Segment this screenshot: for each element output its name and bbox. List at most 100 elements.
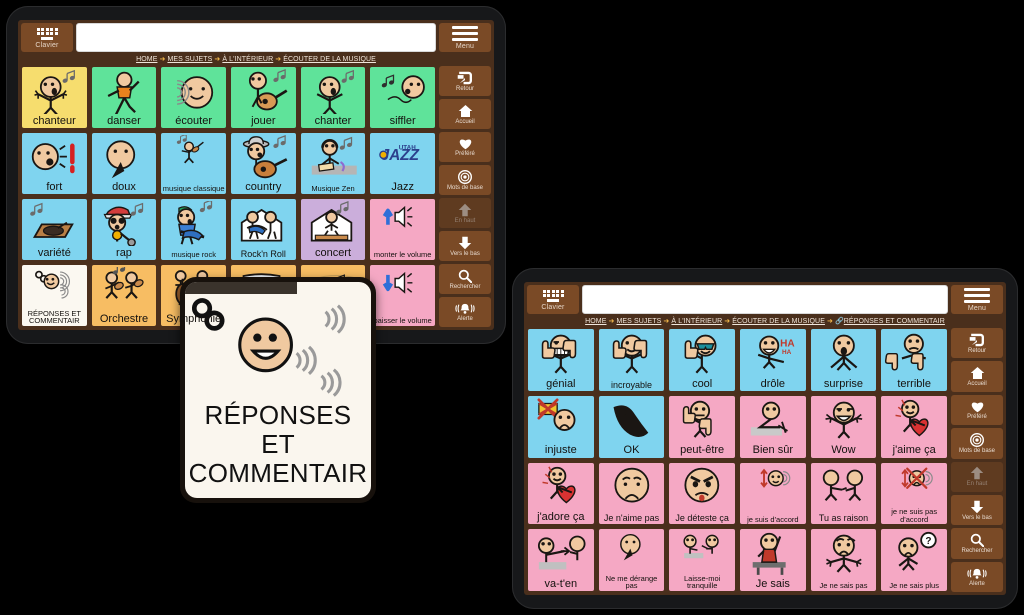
symbol-art-gramophone	[22, 201, 87, 246]
symbol-cell[interactable]: va-t'en	[527, 528, 595, 592]
keyboard-button[interactable]: Clavier	[527, 285, 579, 314]
symbol-cell[interactable]: rap	[90, 198, 158, 261]
symbol-cell[interactable]: ? Je ne sais plus	[880, 528, 948, 592]
symbol-cell[interactable]: RÉPONSES ET COMMENTAIR	[21, 264, 88, 327]
symbol-cell[interactable]: Je sais	[738, 528, 807, 592]
breadcrumb-item[interactable]: ÉCOUTER DE LA MUSIQUE	[732, 318, 825, 325]
symbol-cell[interactable]: doux	[90, 132, 158, 195]
symbol-cell-label: concert	[314, 246, 352, 259]
breadcrumb-item[interactable]: ÉCOUTER DE LA MUSIQUE	[283, 56, 376, 63]
rail-button-back-arrow[interactable]: Retour	[439, 66, 491, 96]
message-window[interactable]	[582, 285, 948, 314]
symbol-cell[interactable]: chanteur	[21, 66, 88, 129]
symbol-cell[interactable]: Je déteste ça	[668, 461, 736, 526]
symbol-art-dontknow	[811, 531, 877, 577]
symbol-cell-label: surprise	[823, 377, 864, 390]
symbol-cell[interactable]: je suis d'accord	[738, 461, 807, 526]
symbol-art-jazz: JAZZ UTAH	[370, 135, 435, 180]
rail-button-home[interactable]: Accueil	[951, 361, 1003, 392]
symbol-cell[interactable]: incroyable	[597, 328, 666, 392]
symbol-cell[interactable]: fort	[21, 132, 88, 195]
symbol-cell[interactable]: j'adore ça	[527, 461, 595, 526]
symbol-cell-label: jouer	[251, 114, 276, 127]
rail-button-magnifier[interactable]: Rechercher	[951, 528, 1003, 559]
back-arrow-icon	[969, 333, 985, 347]
symbol-cell[interactable]: écouter	[160, 66, 227, 129]
symbol-cell[interactable]: Je ne sais pas	[809, 528, 878, 592]
symbol-cell[interactable]: je ne suis pas d'accord	[880, 461, 948, 526]
breadcrumb-right: HOME ➜ MES SUJETS ➜ À L'INTÉRIEUR ➜ ÉCOUTER DE…	[524, 314, 1006, 328]
breadcrumb-item[interactable]: À L'INTÉRIEUR	[671, 318, 722, 325]
rail-button-core-words-target[interactable]: Mots de base	[439, 165, 491, 195]
breadcrumb-item[interactable]: RÉPONSES ET COMMENTAIR	[844, 318, 945, 325]
rail-button-bell-alert[interactable]: Alerte	[951, 561, 1003, 592]
symbol-cell[interactable]: siffler	[369, 66, 436, 129]
rail-button-arrow-up[interactable]: En haut	[951, 461, 1003, 492]
symbol-cell[interactable]: peut-être	[668, 394, 736, 459]
symbol-cell[interactable]: Orchestre	[90, 264, 158, 327]
rail-button-heart[interactable]: Préféré	[439, 132, 491, 162]
symbol-cell[interactable]: Rock'n Roll	[229, 198, 297, 261]
symbol-cell[interactable]: chanter	[299, 66, 367, 129]
symbol-cell[interactable]: surprise	[809, 328, 878, 392]
symbol-cell[interactable]: génial	[527, 328, 595, 392]
symbol-cell[interactable]: musique rock	[160, 198, 227, 261]
symbol-cell[interactable]: Bien sûr	[738, 394, 807, 459]
symbol-cell[interactable]: musique classique	[160, 132, 227, 195]
arrow-down-icon	[458, 236, 472, 250]
breadcrumb-item[interactable]: MES SUJETS	[616, 318, 661, 325]
symbol-art-thumbsup-grin	[528, 331, 594, 377]
symbol-cell-label: Wow	[831, 444, 856, 457]
rail-button-bell-alert[interactable]: Alerte	[439, 297, 491, 327]
symbol-cell[interactable]: HA HA drôle	[738, 328, 807, 392]
symbol-cell[interactable]: Je n'aime pas	[597, 461, 666, 526]
symbol-cell[interactable]: JAZZ UTAH Jazz	[369, 132, 436, 195]
rail-button-arrow-down[interactable]: Vers le bas	[951, 494, 1003, 526]
symbol-art-love-heart	[528, 465, 594, 511]
rail-button-arrow-down[interactable]: Vers le bas	[439, 231, 491, 261]
rail-button-home[interactable]: Accueil	[439, 99, 491, 129]
symbol-cell[interactable]: concert	[299, 198, 367, 261]
breadcrumb-arrow: ➜	[724, 318, 731, 325]
symbol-cell[interactable]: OK	[597, 394, 666, 459]
home-icon	[458, 104, 473, 118]
symbol-cell[interactable]: Laisse-moi tranquille	[668, 528, 736, 592]
symbol-cell[interactable]: Musique Zen	[299, 132, 367, 195]
symbol-cell-label: Je déteste ça	[675, 513, 729, 524]
breadcrumb-item[interactable]: À L'INTÉRIEUR	[222, 56, 273, 63]
symbol-cell[interactable]: variété	[21, 198, 88, 261]
breadcrumb-arrow: ➜	[826, 318, 833, 325]
breadcrumb-item[interactable]: MES SUJETS	[167, 56, 212, 63]
symbol-cell[interactable]: Wow	[809, 394, 878, 459]
menu-button[interactable]: Menu	[439, 23, 491, 52]
rail-button-magnifier[interactable]: Rechercher	[439, 264, 491, 294]
rail-button-core-words-target[interactable]: Mots de base	[951, 428, 1003, 459]
symbol-art-surprise	[811, 331, 877, 377]
symbol-cell[interactable]: Tu as raison	[809, 461, 878, 526]
symbol-cell[interactable]: terrible	[880, 328, 948, 392]
keyboard-button[interactable]: Clavier	[21, 23, 73, 52]
rail-button-heart[interactable]: Préféré	[951, 394, 1003, 426]
chain-link-icon: 🔗	[834, 318, 844, 325]
symbol-cell[interactable]: baisser le volume	[369, 264, 436, 327]
symbol-cell[interactable]: injuste	[527, 394, 595, 459]
rail-button-back-arrow[interactable]: Retour	[951, 328, 1003, 359]
symbol-cell-label: incroyable	[610, 379, 652, 390]
symbol-cell[interactable]: monter le volume	[369, 198, 436, 261]
breadcrumb-item[interactable]: HOME	[136, 56, 157, 63]
breadcrumb-item[interactable]: HOME	[585, 318, 606, 325]
menu-button[interactable]: Menu	[951, 285, 1003, 314]
symbol-cell[interactable]: cool	[668, 328, 736, 392]
symbol-cell[interactable]: country	[229, 132, 297, 195]
symbol-cell-label: doux	[112, 180, 136, 193]
symbol-cell[interactable]: j'aime ça	[880, 394, 948, 459]
rail-button-arrow-up[interactable]: En haut	[439, 198, 491, 228]
svg-text:UTAH: UTAH	[399, 144, 416, 151]
symbol-cell[interactable]: Ne me dérange pas	[597, 528, 666, 592]
symbol-cell[interactable]: danser	[90, 66, 158, 129]
symbol-cell-label: rap	[116, 246, 132, 259]
heart-icon	[458, 137, 473, 150]
symbol-cell-label: country	[245, 180, 282, 193]
symbol-cell[interactable]: jouer	[229, 66, 297, 129]
message-window[interactable]	[76, 23, 436, 52]
